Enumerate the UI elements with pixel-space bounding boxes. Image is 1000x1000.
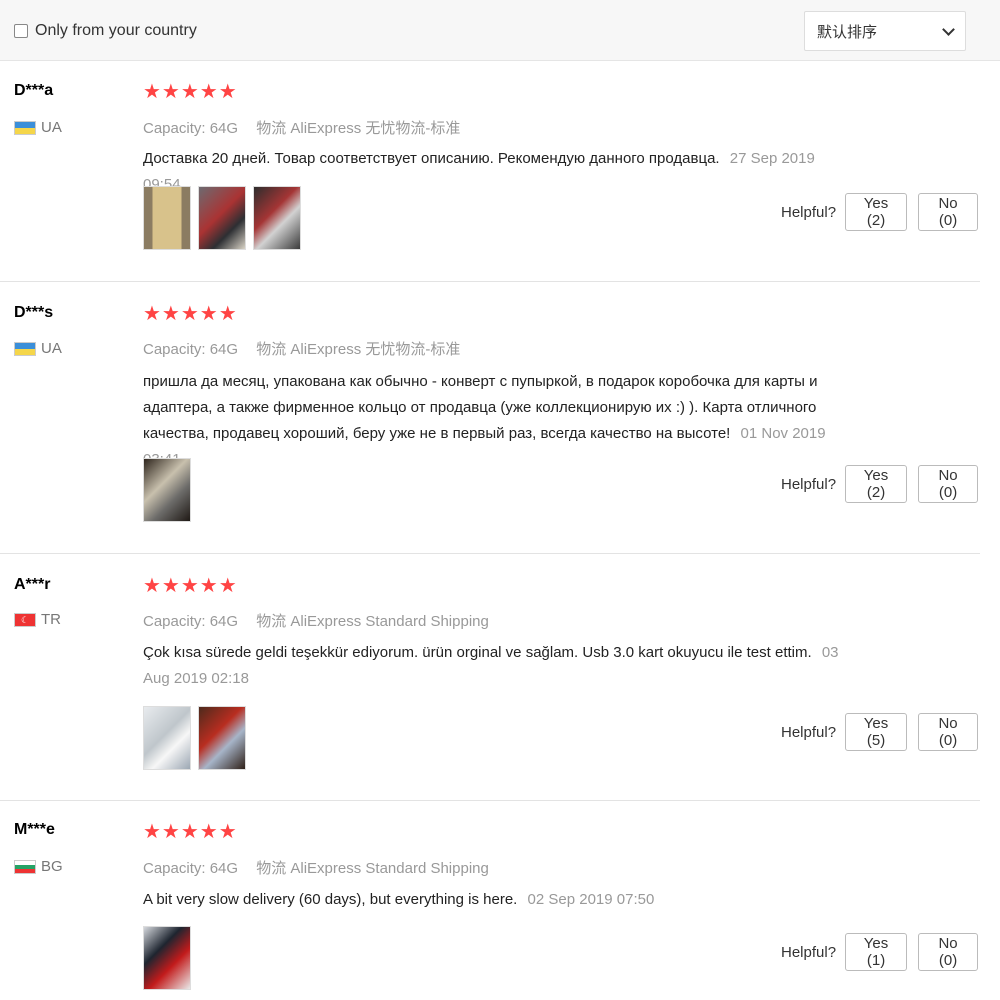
ukraine-flag-icon — [14, 120, 36, 135]
country-code: UA — [41, 340, 62, 357]
capacity-label: Capacity: 64G — [143, 120, 239, 137]
helpful-yes-button[interactable]: Yes (2) — [845, 465, 908, 503]
review-item: D***a UA ★★★★★ Capacity: 64G 物流 AliExpre… — [0, 61, 980, 282]
star-rating: ★★★★★ — [143, 81, 238, 103]
review-text: Çok kısa sürede geldi teşekkür ediyorum.… — [143, 640, 853, 692]
helpful-controls: Helpful? Yes (5) No (0) — [781, 713, 979, 751]
review-text: пришла да месяц, упакована как обычно - … — [143, 369, 853, 473]
star-rating: ★★★★★ — [143, 575, 238, 597]
helpful-no-button[interactable]: No (0) — [918, 933, 979, 971]
review-item: M***e BG ★★★★★ Capacity: 64G 物流 AliExpre… — [0, 801, 980, 1000]
reviewer-name: A***r — [14, 576, 51, 593]
helpful-label: Helpful? — [781, 943, 837, 961]
reviewer-name: D***s — [14, 304, 54, 321]
helpful-controls: Helpful? Yes (2) No (0) — [781, 193, 979, 231]
country-filter-label: Only from your country — [35, 22, 197, 39]
helpful-yes-button[interactable]: Yes (5) — [845, 713, 908, 751]
review-item: A***r ☾ TR ★★★★★ Capacity: 64G 物流 AliExp… — [0, 554, 980, 801]
ukraine-flag-icon — [14, 341, 36, 356]
review-photo[interactable] — [198, 706, 246, 770]
star-rating: ★★★★★ — [143, 821, 238, 843]
sort-dropdown[interactable]: 默认排序 — [804, 11, 966, 51]
reviewer-name: D***a — [14, 82, 54, 99]
review-text: A bit very slow delivery (60 days), but … — [143, 887, 853, 913]
review-meta: Capacity: 64G 物流 AliExpress 无忧物流-标准 — [143, 117, 460, 138]
logistics-label: 物流 AliExpress 无忧物流-标准 — [256, 120, 461, 137]
country-code: BG — [41, 858, 63, 875]
review-photos — [143, 926, 191, 990]
reviewer-country: ☾ TR — [14, 611, 61, 628]
sort-selected: 默认排序 — [817, 23, 878, 41]
review-photo[interactable] — [143, 706, 191, 770]
helpful-label: Helpful? — [781, 475, 837, 493]
review-photo[interactable] — [198, 186, 246, 250]
country-checkbox[interactable] — [14, 24, 28, 38]
country-code: UA — [41, 119, 62, 136]
reviewer-country: BG — [14, 858, 63, 875]
helpful-controls: Helpful? Yes (1) No (0) — [781, 933, 979, 971]
review-photo[interactable] — [253, 186, 301, 250]
review-meta: Capacity: 64G 物流 AliExpress 无忧物流-标准 — [143, 338, 460, 359]
review-photos — [143, 458, 191, 522]
review-item: D***s UA ★★★★★ Capacity: 64G 物流 AliExpre… — [0, 282, 980, 554]
reviewer-country: UA — [14, 119, 62, 136]
review-body: Çok kısa sürede geldi teşekkür ediyorum.… — [143, 644, 812, 661]
review-photo[interactable] — [143, 926, 191, 990]
capacity-label: Capacity: 64G — [143, 613, 239, 630]
country-code: TR — [41, 611, 61, 628]
country-filter[interactable]: Only from your country — [14, 22, 197, 40]
turkey-flag-icon: ☾ — [14, 612, 36, 627]
review-meta: Capacity: 64G 物流 AliExpress Standard Shi… — [143, 857, 489, 878]
helpful-no-button[interactable]: No (0) — [918, 713, 979, 751]
helpful-controls: Helpful? Yes (2) No (0) — [781, 465, 979, 503]
helpful-yes-button[interactable]: Yes (2) — [845, 193, 908, 231]
review-body: Доставка 20 дней. Товар соответствует оп… — [143, 150, 720, 167]
reviewer-name: M***e — [14, 821, 55, 838]
logistics-label: 物流 AliExpress Standard Shipping — [256, 860, 489, 877]
logistics-label: 物流 AliExpress 无忧物流-标准 — [256, 341, 461, 358]
review-date: 02 Sep 2019 07:50 — [527, 891, 655, 908]
bulgaria-flag-icon — [14, 859, 36, 874]
filter-bar: Only from your country 默认排序 — [0, 0, 1000, 61]
logistics-label: 物流 AliExpress Standard Shipping — [256, 613, 489, 630]
review-photos — [143, 186, 301, 250]
capacity-label: Capacity: 64G — [143, 341, 239, 358]
helpful-no-button[interactable]: No (0) — [918, 193, 979, 231]
review-photos — [143, 706, 246, 770]
review-photo[interactable] — [143, 458, 191, 522]
helpful-label: Helpful? — [781, 203, 837, 221]
review-body: пришла да месяц, упакована как обычно - … — [143, 373, 818, 442]
helpful-label: Helpful? — [781, 723, 837, 741]
review-meta: Capacity: 64G 物流 AliExpress Standard Shi… — [143, 610, 489, 631]
star-rating: ★★★★★ — [143, 303, 238, 325]
helpful-no-button[interactable]: No (0) — [918, 465, 979, 503]
review-photo[interactable] — [143, 186, 191, 250]
capacity-label: Capacity: 64G — [143, 860, 239, 877]
review-body: A bit very slow delivery (60 days), but … — [143, 891, 518, 908]
chevron-down-icon — [942, 22, 955, 36]
helpful-yes-button[interactable]: Yes (1) — [845, 933, 908, 971]
reviewer-country: UA — [14, 340, 62, 357]
